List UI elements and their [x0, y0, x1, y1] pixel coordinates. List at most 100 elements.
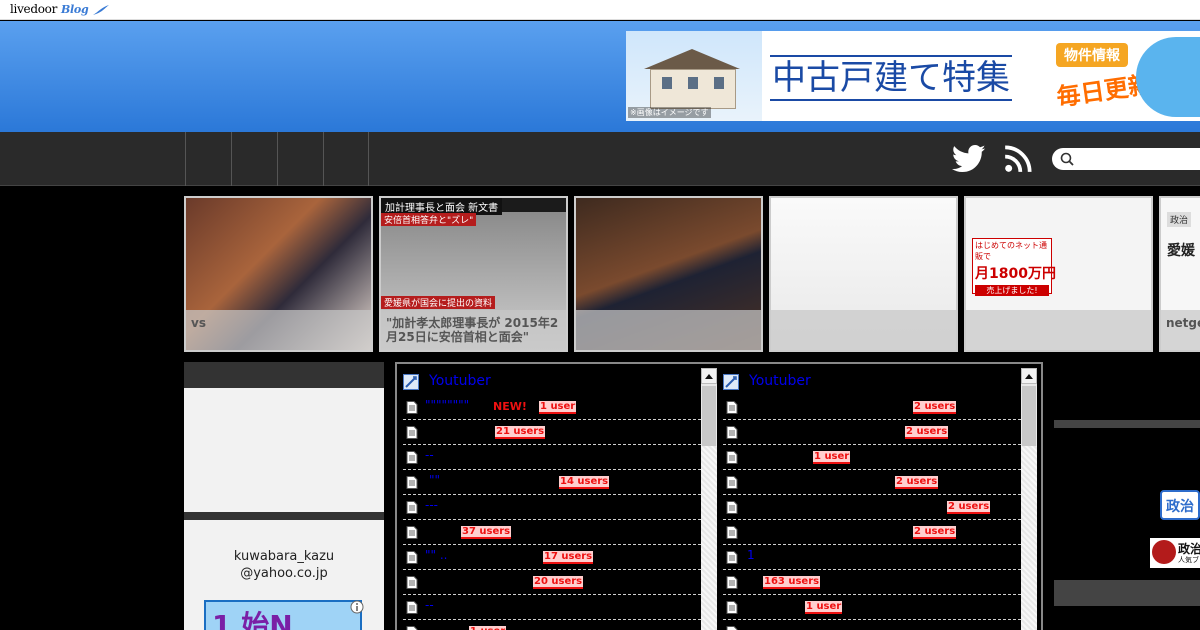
thumbnail-2[interactable]: 加計理事長と面会 新文書 安倍首相答弁と"ズレ" 愛媛県が国会に提出の資料 "加…	[379, 196, 568, 352]
bookmark-users-badge[interactable]: 163 users	[763, 576, 821, 589]
article-link[interactable]: --	[425, 448, 434, 462]
article-link[interactable]: 1	[747, 548, 755, 562]
list-item[interactable]: "" 14 users	[403, 470, 701, 495]
list-item[interactable]: 163 users	[723, 570, 1021, 595]
document-icon	[726, 501, 738, 514]
banner-note: ※画像はイメージです	[628, 107, 711, 118]
document-icon	[406, 401, 418, 414]
real-estate-banner[interactable]: ※画像はイメージです 中古戸建て特集 物件情報 毎日更新	[626, 31, 1200, 121]
bookmark-users-badge[interactable]: 2 users	[895, 476, 939, 489]
list-item[interactable]: 37 users	[403, 520, 701, 545]
list-item[interactable]: 2 users	[723, 420, 1021, 445]
list-item[interactable]: 1 user	[723, 595, 1021, 620]
sidebar-box	[184, 388, 384, 512]
list-item[interactable]: --	[403, 595, 701, 620]
panel-rows: """""""" NEW! 1 user 21 users -- "" 14 users --…	[403, 395, 701, 630]
document-icon	[726, 401, 738, 414]
thumbnail-caption: netge	[1161, 310, 1200, 350]
list-item[interactable]: 21 users	[403, 420, 701, 445]
search-input[interactable]	[1052, 148, 1200, 170]
list-item[interactable]: 2 users	[723, 495, 1021, 520]
antenna-panel-right: Youtuber 2 users 2 users 1 user 2 users 2 us…	[719, 366, 1039, 630]
house-body	[650, 69, 736, 109]
list-item[interactable]: --	[403, 445, 701, 470]
thumbnail-1[interactable]: vs	[184, 196, 373, 352]
bookmark-users-badge[interactable]: 2 users	[905, 426, 949, 439]
sidebar-ad[interactable]: 1 始N	[204, 600, 362, 630]
ad-line: 売上げました!	[975, 285, 1049, 296]
page: livedoor Blog ※画像はイメージです 中古戸建て特集 物件情報 毎日更…	[0, 0, 1200, 630]
bookmark-users-badge[interactable]: 1 user	[813, 451, 851, 464]
thumbnail-3[interactable]	[574, 196, 763, 352]
bookmark-users-badge[interactable]: 1 user	[539, 401, 577, 414]
thumbnail-sublabel: 愛媛県が国会に提出の資料	[381, 296, 496, 309]
article-link[interactable]: ---	[425, 498, 438, 512]
info-icon[interactable]	[350, 600, 364, 614]
nav-tab-3[interactable]	[277, 132, 323, 186]
list-item[interactable]: 1 user	[723, 445, 1021, 470]
article-link[interactable]: """"""""	[425, 398, 469, 412]
bookmark-users-badge[interactable]: 21 users	[495, 426, 546, 439]
list-item[interactable]: "" .. 17 users	[403, 545, 701, 570]
thumbnail-4[interactable]	[769, 196, 958, 352]
bookmark-users-badge[interactable]: 1 user	[469, 626, 507, 630]
bookmark-users-badge[interactable]: 2 users	[913, 526, 957, 539]
document-icon	[406, 451, 418, 464]
top-bar: livedoor Blog	[0, 0, 1200, 20]
bookmark-users-badge[interactable]: 2 users	[913, 401, 957, 414]
rss-icon[interactable]	[1004, 145, 1032, 173]
email-domain: @yahoo.co.jp	[240, 566, 328, 581]
document-icon	[726, 551, 738, 564]
scroll-track[interactable]	[701, 446, 717, 630]
brand-name: livedoor	[10, 2, 58, 16]
bookmark-users-badge[interactable]: 37 users	[461, 526, 512, 539]
thumbnail-5[interactable]: はじめてのネット通販で 月1800万円 売上げました!	[964, 196, 1153, 352]
document-icon	[406, 501, 418, 514]
nav-tab-2[interactable]	[231, 132, 277, 186]
house-window	[714, 77, 724, 89]
politics-badge[interactable]: 政治	[1160, 490, 1200, 520]
article-thumbnail-strip: vs 加計理事長と面会 新文書 安倍首相答弁と"ズレ" 愛媛県が国会に提出の資料…	[184, 196, 1200, 352]
list-item[interactable]: 20 users	[403, 570, 701, 595]
politics-ranking-badge[interactable]: 政治 人気ブ	[1150, 538, 1200, 568]
scroll-track[interactable]	[1021, 446, 1037, 630]
bookmark-users-badge[interactable]: 1 user	[805, 601, 843, 614]
list-item[interactable]	[723, 620, 1021, 630]
bookmark-users-badge[interactable]: 14 users	[559, 476, 610, 489]
bookmark-users-badge[interactable]: 20 users	[533, 576, 584, 589]
panel-scrollbar[interactable]	[1021, 368, 1037, 630]
scroll-thumb[interactable]	[1022, 386, 1036, 446]
thumbnail-caption: vs	[186, 310, 371, 350]
article-link[interactable]: ""	[429, 473, 440, 487]
quill-icon	[92, 4, 109, 15]
list-item[interactable]: 1 user	[403, 620, 701, 630]
twitter-icon[interactable]	[952, 144, 986, 174]
panel-title[interactable]: Youtuber	[723, 372, 1023, 392]
list-item[interactable]: """""""" NEW! 1 user	[403, 395, 701, 420]
scroll-thumb[interactable]	[702, 386, 716, 446]
panel-scrollbar[interactable]	[701, 368, 717, 630]
nav-tab-4[interactable]	[323, 132, 369, 186]
document-icon	[726, 576, 738, 589]
arrow-up-icon	[705, 374, 713, 379]
bookmark-users-badge[interactable]: 17 users	[543, 551, 594, 564]
sidebar-ad-text: 1 始N	[212, 609, 293, 630]
laptop-graphic	[1136, 37, 1200, 117]
scroll-up-arrow[interactable]	[701, 368, 717, 384]
list-item[interactable]: 1	[723, 545, 1021, 570]
nav-tab-1[interactable]	[185, 132, 231, 186]
list-item[interactable]: 2 users	[723, 470, 1021, 495]
article-link[interactable]: --	[425, 598, 434, 612]
panel-title[interactable]: Youtuber	[403, 372, 703, 392]
livedoor-blog-logo[interactable]: livedoor Blog	[10, 2, 110, 16]
bookmark-users-badge[interactable]: 2 users	[947, 501, 991, 514]
list-item[interactable]: ---	[403, 495, 701, 520]
thumbnail-6[interactable]: 政治 愛媛 かしい netge	[1159, 196, 1200, 352]
banner-title: 中古戸建て特集	[770, 55, 1012, 101]
scroll-up-arrow[interactable]	[1021, 368, 1037, 384]
article-link[interactable]: "" ..	[425, 548, 447, 562]
new-badge: NEW!	[493, 400, 527, 413]
list-item[interactable]: 2 users	[723, 520, 1021, 545]
right-sidebar-header	[1054, 420, 1200, 428]
list-item[interactable]: 2 users	[723, 395, 1021, 420]
